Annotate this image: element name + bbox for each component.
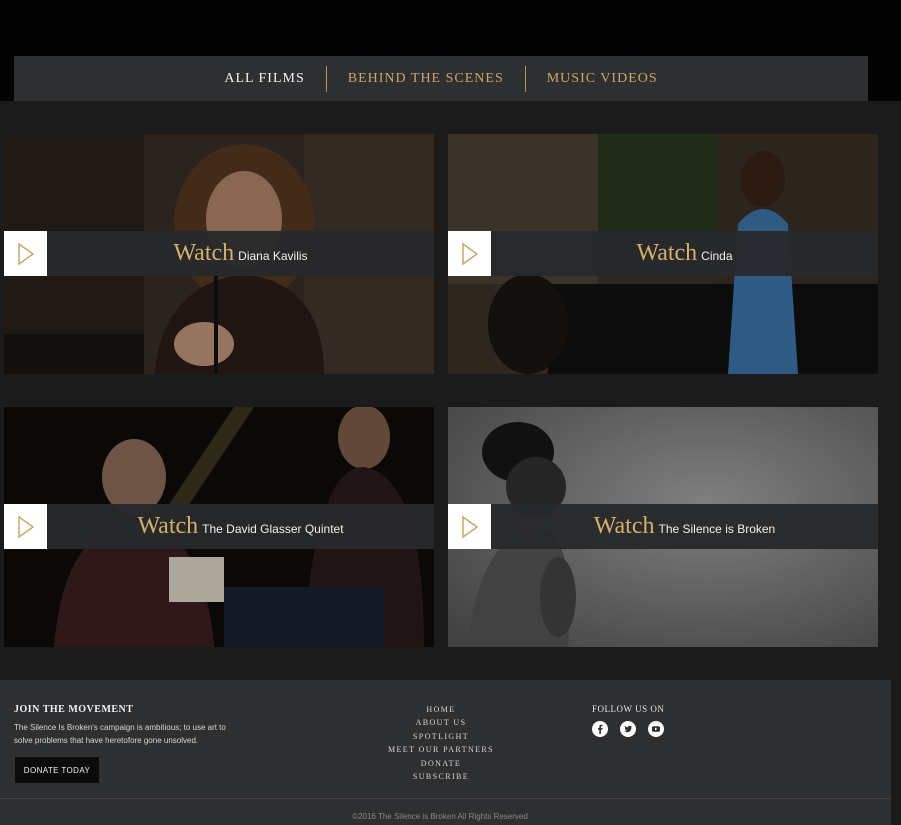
film-name: Diana Kavilis (238, 249, 308, 263)
footer-link-donate[interactable]: DONATE (341, 757, 541, 770)
footer-link-about-us[interactable]: ABOUT US (341, 716, 541, 729)
watch-label: Watch (593, 513, 655, 539)
youtube-icon[interactable] (648, 721, 664, 737)
film-caption: Watch The Silence is Broken (491, 513, 878, 540)
film-tile-david-glasser-quintet[interactable]: Watch The David Glasser Quintet (4, 407, 434, 647)
footer-divider (0, 798, 891, 799)
filter-behind-the-scenes[interactable]: BEHIND THE SCENES (327, 67, 525, 91)
footer-link-spotlight[interactable]: SPOTLIGHT (341, 730, 541, 743)
watch-bar: Watch The David Glasser Quintet (4, 504, 434, 549)
facebook-icon[interactable] (592, 721, 608, 737)
play-icon (461, 515, 478, 538)
film-caption: Watch The David Glasser Quintet (47, 513, 434, 540)
film-caption: Watch Cinda (491, 240, 878, 267)
footer-nav: HOME ABOUT US SPOTLIGHT MEET OUR PARTNER… (341, 703, 541, 783)
join-movement-title: JOIN THE MOVEMENT (14, 704, 134, 715)
play-button[interactable] (4, 231, 47, 276)
watch-bar: Watch The Silence is Broken (448, 504, 878, 549)
watch-label: Watch (173, 240, 235, 266)
donate-today-button[interactable]: DONATE TODAY (15, 757, 99, 783)
copyright-text: ©2016 The Silence is Broken All Rights R… (352, 812, 528, 821)
play-icon (461, 242, 478, 265)
join-movement-text: The Silence Is Broken's campaign is ambi… (14, 723, 226, 745)
follow-us-title: FOLLOW US ON (592, 704, 665, 714)
film-name: The David Glasser Quintet (202, 522, 344, 536)
film-tile-diana-kavilis[interactable]: Watch Diana Kavilis (4, 134, 434, 374)
film-tile-the-silence-is-broken[interactable]: Watch The Silence is Broken (448, 407, 878, 647)
filter-all-films[interactable]: ALL FILMS (203, 67, 325, 91)
footer-link-subscribe[interactable]: SUBSCRIBE (341, 770, 541, 783)
page-edge (891, 680, 901, 825)
play-button[interactable] (448, 504, 491, 549)
watch-bar: Watch Cinda (448, 231, 878, 276)
footer-link-meet-our-partners[interactable]: MEET OUR PARTNERS (341, 743, 541, 756)
film-caption: Watch Diana Kavilis (47, 240, 434, 267)
play-button[interactable] (448, 231, 491, 276)
film-name: Cinda (701, 249, 733, 263)
film-tile-cinda[interactable]: Watch Cinda (448, 134, 878, 374)
film-filter-bar: ALL FILMS BEHIND THE SCENES MUSIC VIDEOS (14, 56, 868, 101)
watch-label: Watch (137, 513, 199, 539)
film-name: The Silence is Broken (658, 522, 776, 536)
play-icon (17, 515, 34, 538)
watch-bar: Watch Diana Kavilis (4, 231, 434, 276)
play-button[interactable] (4, 504, 47, 549)
site-footer: JOIN THE MOVEMENT The Silence Is Broken'… (0, 680, 891, 825)
footer-link-home[interactable]: HOME (341, 703, 541, 716)
play-icon (17, 242, 34, 265)
filter-music-videos[interactable]: MUSIC VIDEOS (526, 67, 679, 91)
watch-label: Watch (636, 240, 698, 266)
twitter-icon[interactable] (620, 721, 636, 737)
